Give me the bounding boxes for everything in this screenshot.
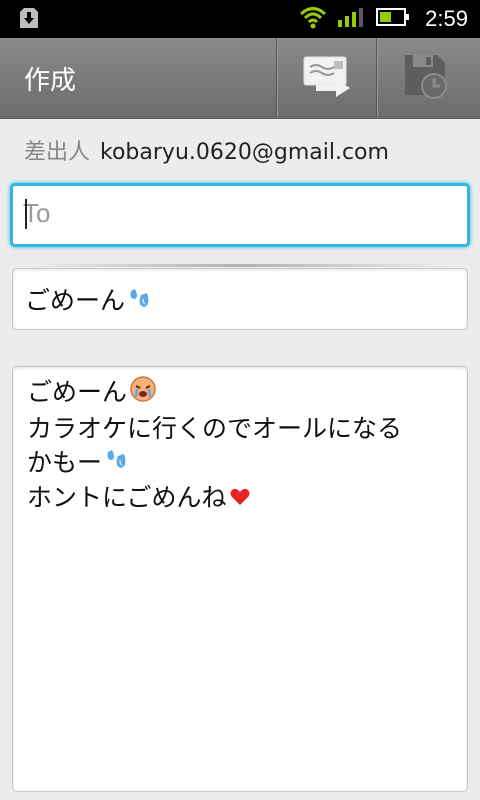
subject-row: ごめーん — [25, 281, 153, 317]
body-field[interactable]: ごめーん カラオケに行くのでオールになる かもー ホントにごめんね — [12, 366, 468, 792]
field-divider — [32, 264, 448, 267]
body-line-text: ホントにごめんね — [27, 483, 227, 512]
signal-icon — [337, 5, 365, 33]
save-draft-button[interactable] — [377, 38, 477, 118]
from-label: 差出人 — [24, 140, 91, 165]
to-field[interactable] — [10, 183, 470, 247]
body-line: ごめーん — [27, 375, 402, 412]
send-button[interactable] — [277, 38, 377, 118]
body-line: カラオケに行くのでオールになる — [27, 412, 402, 446]
from-address: kobaryu.0620@gmail.com — [100, 140, 389, 165]
body-line-text: ごめーん — [27, 377, 128, 407]
status-bar: 2:59 — [0, 0, 480, 38]
heart-emoji — [229, 482, 251, 516]
page-title: 作成 — [24, 66, 77, 96]
wifi-icon — [299, 5, 327, 33]
body-text: ごめーん カラオケに行くのでオールになる かもー ホントにごめんね — [27, 375, 402, 516]
body-line: ホントにごめんね — [27, 481, 402, 516]
to-input[interactable] — [23, 194, 443, 232]
send-icon — [302, 53, 352, 103]
text-cursor — [25, 199, 27, 229]
body-line: かもー — [27, 446, 402, 481]
clock: 2:59 — [425, 6, 468, 31]
sweat-drop-emoji — [104, 447, 130, 481]
action-bar: 作成 — [0, 38, 480, 119]
from-row: 差出人 kobaryu.0620@gmail.com — [24, 134, 389, 166]
subject-text: ごめーん — [25, 286, 126, 315]
crying-face-emoji — [129, 375, 157, 412]
body-line-text: カラオケに行くのでオールになる — [27, 414, 403, 443]
download-notification-icon — [18, 6, 40, 30]
sweat-drop-emoji — [127, 287, 153, 317]
battery-icon — [375, 6, 411, 32]
body-line-text: かもー — [27, 448, 103, 477]
subject-field[interactable]: ごめーん — [12, 268, 468, 330]
save-draft-icon — [401, 51, 453, 105]
